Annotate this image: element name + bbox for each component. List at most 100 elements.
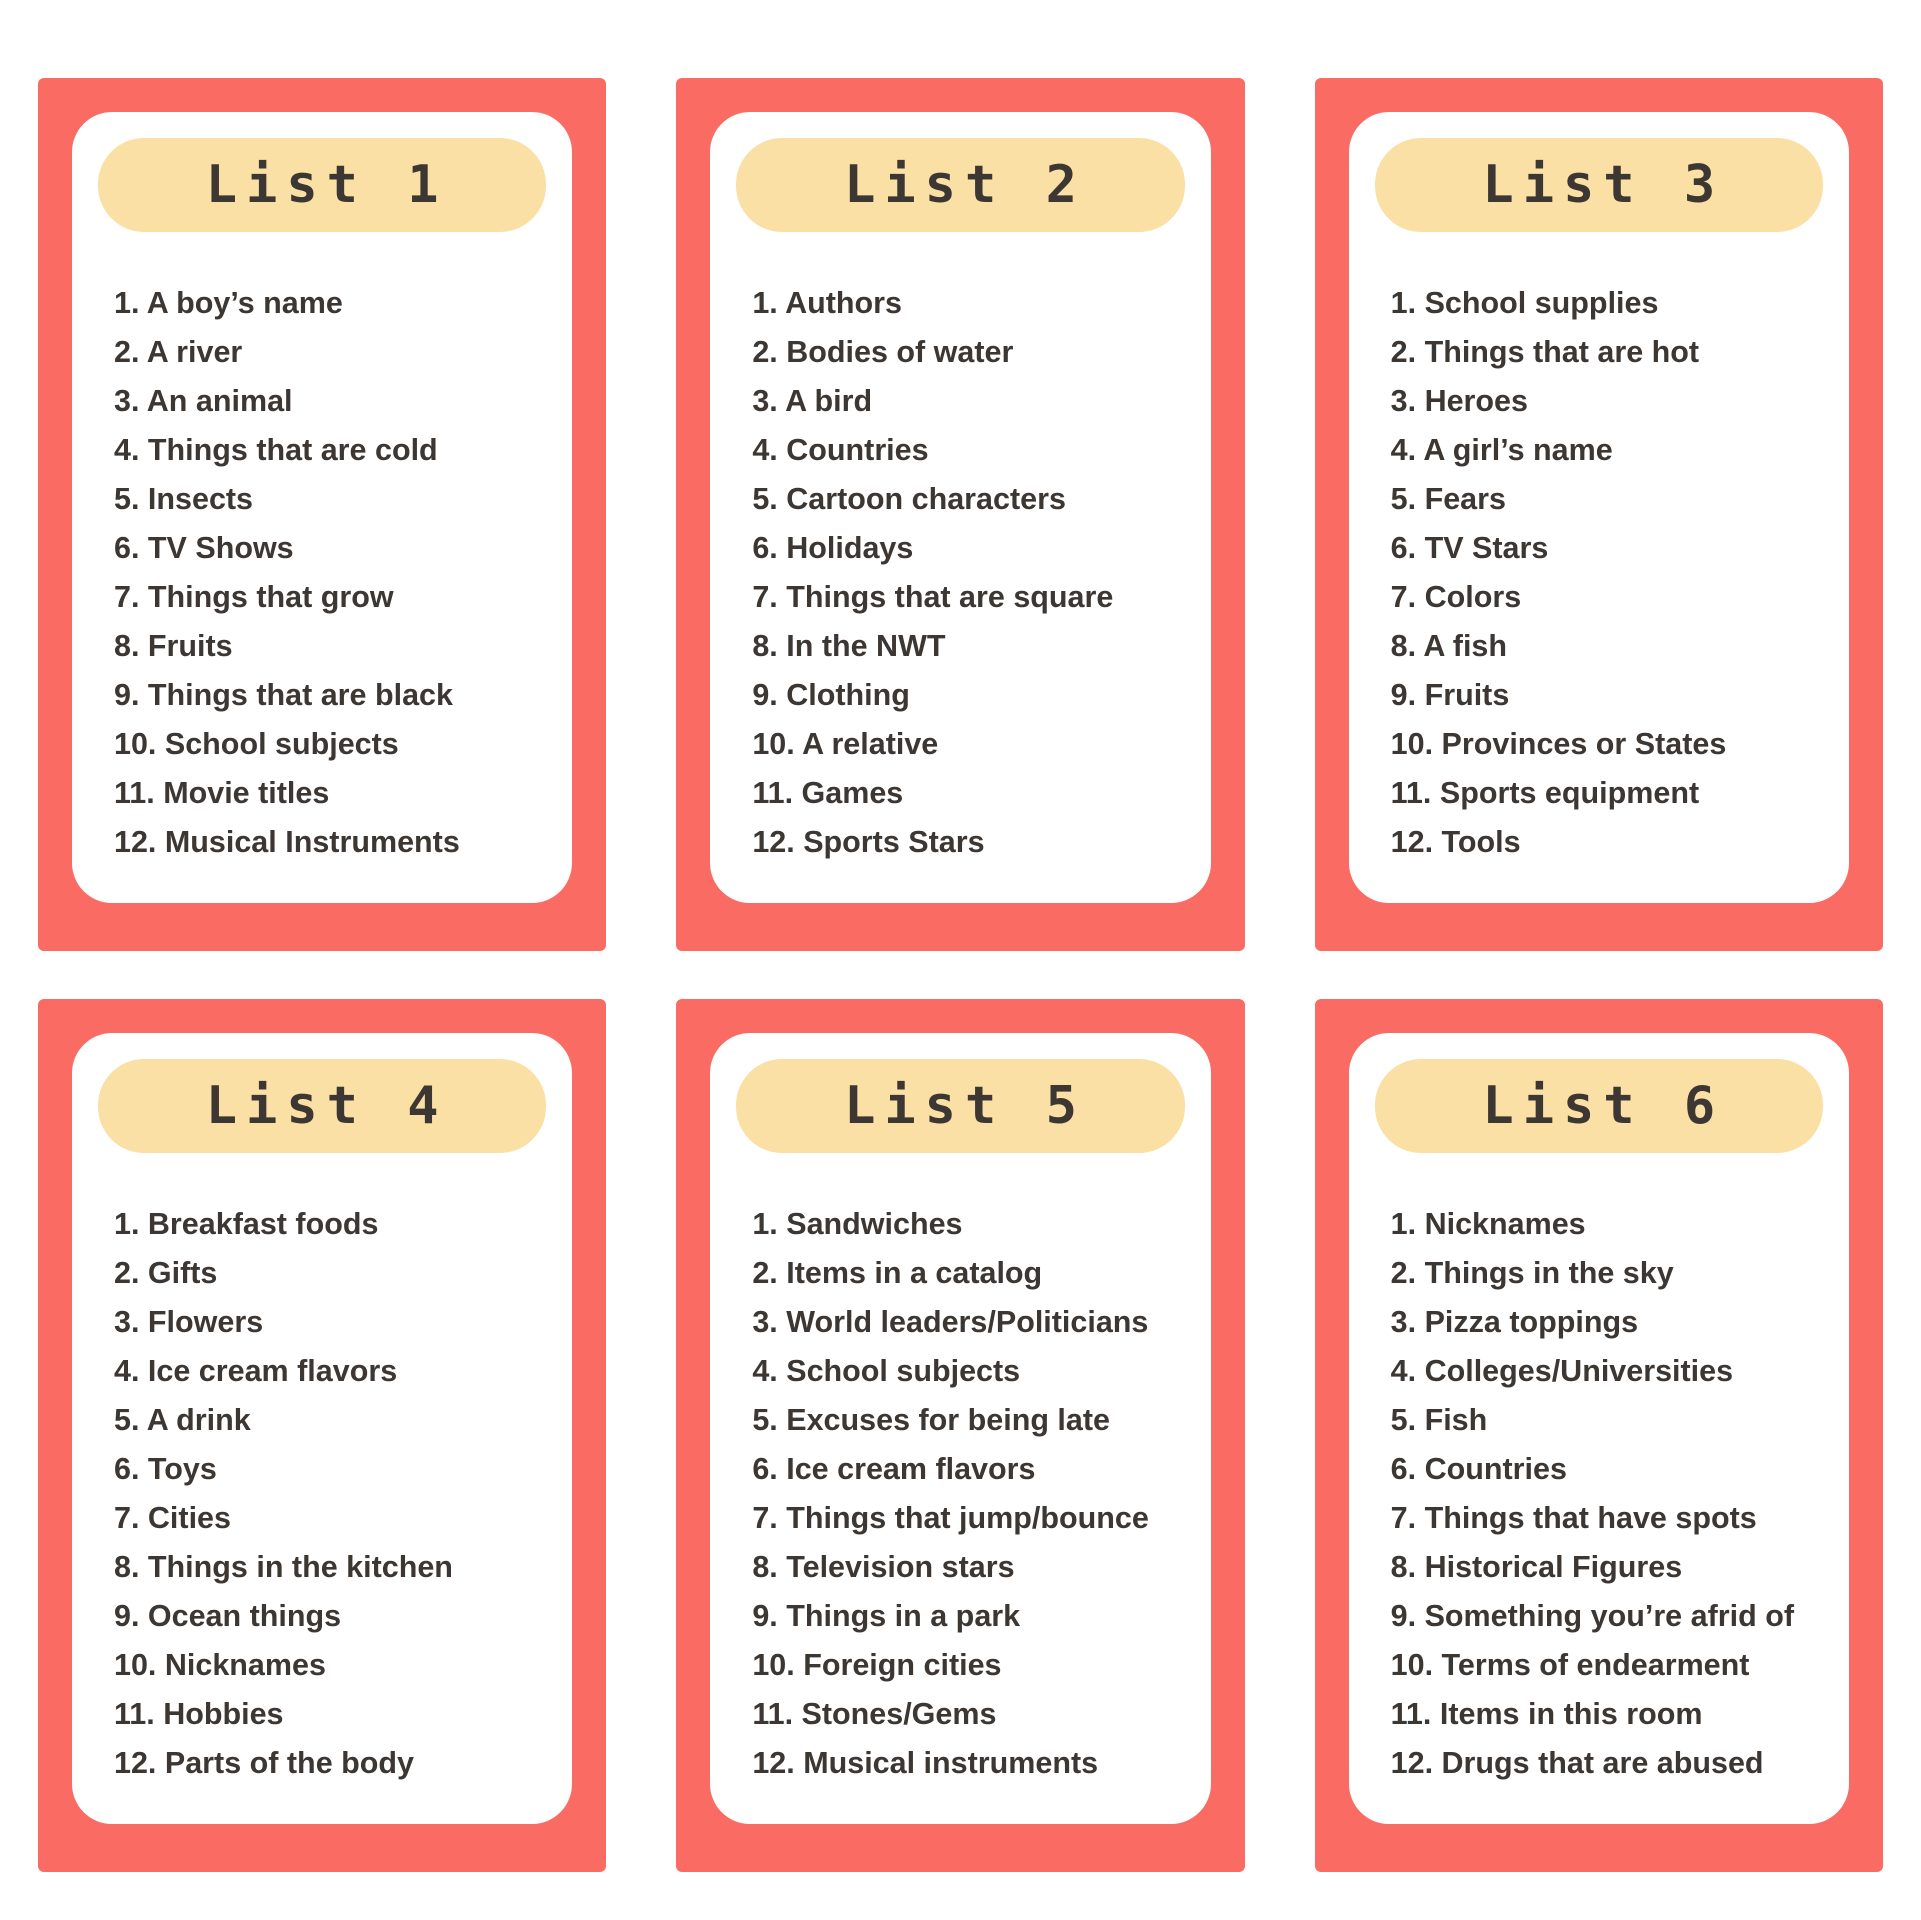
list-item: 2. Things that are hot: [1390, 335, 1700, 369]
list-item: 6. Toys: [114, 1452, 217, 1486]
list-item: 8. Fruits: [114, 629, 233, 663]
list-item: 1. Sandwiches: [752, 1207, 963, 1241]
list-card-title-2: List 2: [844, 155, 1086, 215]
list-item: 12. Musical Instruments: [114, 825, 460, 859]
list-item: 4. School subjects: [752, 1354, 1021, 1388]
list-items-1: 1. A boy’s name 2. A river 3. An animal …: [98, 288, 546, 876]
list-item: 12. Tools: [1390, 825, 1521, 859]
list-card-title-pill-6: List 6: [1374, 1059, 1823, 1153]
list-item: 3. Heroes: [1390, 384, 1528, 418]
list-card-inner-1: List 1 1. A boy’s name 2. A river 3. An …: [72, 112, 573, 903]
list-item: 8. Historical Figures: [1390, 1550, 1683, 1584]
list-item: 7. Cities: [114, 1501, 231, 1535]
list-item: 9. Something you’re afrid of: [1390, 1599, 1794, 1633]
list-card-title-pill-4: List 4: [98, 1059, 547, 1153]
list-item: 1. A boy’s name: [114, 286, 343, 320]
list-item: 11. Items in this room: [1390, 1697, 1703, 1731]
list-card-inner-2: List 2 1. Authors 2. Bodies of water 3. …: [710, 112, 1211, 903]
list-card-title-5: List 5: [844, 1076, 1086, 1136]
list-item: 3. Pizza toppings: [1390, 1305, 1639, 1339]
list-item: 7. Things that are square: [752, 580, 1114, 614]
list-item: 10. Foreign cities: [752, 1648, 1002, 1682]
list-item: 10. Provinces or States: [1390, 727, 1727, 761]
list-item: 8. Things in the kitchen: [114, 1550, 453, 1584]
list-items-3: 1. School supplies 2. Things that are ho…: [1375, 288, 1823, 876]
list-item: 6. Holidays: [752, 531, 914, 565]
list-item: 1. Nicknames: [1390, 1207, 1586, 1241]
list-item: 4. Countries: [752, 433, 929, 467]
list-item: 5. Fish: [1390, 1403, 1488, 1437]
list-card-title-1: List 1: [205, 155, 448, 215]
list-item: 8. A fish: [1390, 629, 1508, 663]
list-item: 12. Sports Stars: [752, 825, 985, 859]
list-item: 5. Cartoon characters: [752, 482, 1066, 516]
list-item: 4. Ice cream flavors: [114, 1354, 398, 1388]
list-item: 10. Nicknames: [114, 1648, 326, 1682]
list-card-3: List 3 1. School supplies 2. Things that…: [1314, 78, 1883, 951]
list-item: 3. Flowers: [114, 1305, 264, 1339]
list-item: 2. Items in a catalog: [752, 1256, 1043, 1290]
list-items-6: 1. Nicknames 2. Things in the sky 3. Piz…: [1375, 1209, 1823, 1797]
list-item: 2. A river: [114, 335, 243, 369]
list-item: 1. School supplies: [1390, 286, 1659, 320]
list-item: 5. Fears: [1390, 482, 1506, 516]
list-item: 12. Drugs that are abused: [1390, 1746, 1764, 1780]
list-item: 11. Sports equipment: [1390, 776, 1700, 810]
list-card-title-4: List 4: [205, 1076, 448, 1136]
list-item: 4. A girl’s name: [1390, 433, 1613, 467]
list-item: 2. Gifts: [114, 1256, 218, 1290]
list-item: 11. Hobbies: [114, 1697, 284, 1731]
list-item: 1. Breakfast foods: [114, 1207, 379, 1241]
list-card-6: List 6 1. Nicknames 2. Things in the sky…: [1314, 999, 1883, 1872]
list-item: 11. Movie titles: [114, 776, 330, 810]
list-item: 12. Musical instruments: [752, 1746, 1099, 1780]
list-item: 1. Authors: [752, 286, 903, 320]
list-items-2: 1. Authors 2. Bodies of water 3. A bird …: [736, 288, 1184, 876]
list-item: 6. Countries: [1390, 1452, 1567, 1486]
list-item: 7. Things that grow: [114, 580, 394, 614]
list-card-title-6: List 6: [1482, 1076, 1725, 1136]
list-card-inner-3: List 3 1. School supplies 2. Things that…: [1348, 112, 1849, 903]
list-card-5: List 5 1. Sandwiches 2. Items in a catal…: [676, 999, 1245, 1872]
list-item: 7. Colors: [1390, 580, 1522, 614]
list-item: 2. Bodies of water: [752, 335, 1014, 369]
list-card-inner-6: List 6 1. Nicknames 2. Things in the sky…: [1348, 1033, 1849, 1824]
list-item: 7. Things that jump/bounce: [752, 1501, 1149, 1535]
list-card-title-pill-2: List 2: [736, 138, 1185, 232]
list-card-inner-5: List 5 1. Sandwiches 2. Items in a catal…: [710, 1033, 1211, 1824]
list-items-5: 1. Sandwiches 2. Items in a catalog 3. W…: [736, 1209, 1184, 1797]
list-card-2: List 2 1. Authors 2. Bodies of water 3. …: [676, 78, 1245, 951]
list-item: 5. A drink: [114, 1403, 251, 1437]
list-item: 3. A bird: [752, 384, 873, 418]
list-item: 10. School subjects: [114, 727, 399, 761]
list-item: 9. Things in a park: [752, 1599, 1021, 1633]
list-card-title-pill-3: List 3: [1374, 138, 1823, 232]
list-item: 6. TV Stars: [1390, 531, 1549, 565]
list-item: 4. Things that are cold: [114, 433, 438, 467]
list-item: 7. Things that have spots: [1390, 1501, 1757, 1535]
list-item: 9. Clothing: [752, 678, 910, 712]
list-item: 9. Things that are black: [114, 678, 453, 712]
list-card-title-pill-5: List 5: [736, 1059, 1185, 1153]
list-item: 10. A relative: [752, 727, 939, 761]
list-card-1: List 1 1. A boy’s name 2. A river 3. An …: [38, 78, 607, 951]
list-item: 8. In the NWT: [752, 629, 946, 663]
list-item: 3. An animal: [114, 384, 293, 418]
list-item: 5. Excuses for being late: [752, 1403, 1110, 1437]
list-card-inner-4: List 4 1. Breakfast foods 2. Gifts 3. Fl…: [72, 1033, 573, 1824]
list-item: 4. Colleges/Universities: [1390, 1354, 1734, 1388]
list-item: 6. TV Shows: [114, 531, 294, 565]
list-item: 10. Terms of endearment: [1390, 1648, 1750, 1682]
list-item: 5. Insects: [114, 482, 254, 516]
list-card-4: List 4 1. Breakfast foods 2. Gifts 3. Fl…: [38, 999, 607, 1872]
list-item: 6. Ice cream flavors: [752, 1452, 1036, 1486]
list-item: 8. Television stars: [752, 1550, 1015, 1584]
list-cards-sheet: List 1 1. A boy’s name 2. A river 3. An …: [0, 0, 1921, 1920]
list-item: 9. Ocean things: [114, 1599, 342, 1633]
list-items-4: 1. Breakfast foods 2. Gifts 3. Flowers 4…: [98, 1209, 546, 1797]
list-item: 3. World leaders/Politicians: [752, 1305, 1149, 1339]
list-card-title-pill-1: List 1: [98, 138, 547, 232]
list-item: 12. Parts of the body: [114, 1746, 414, 1780]
list-card-title-3: List 3: [1482, 155, 1725, 215]
list-item: 9. Fruits: [1390, 678, 1510, 712]
